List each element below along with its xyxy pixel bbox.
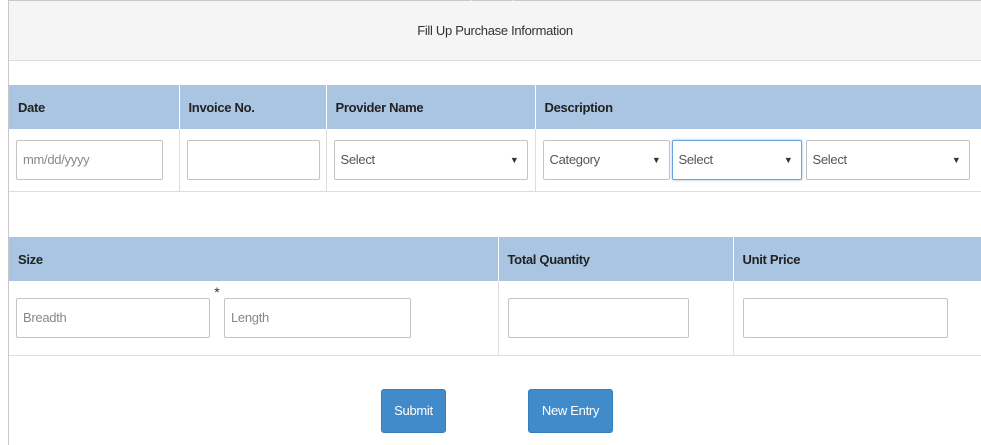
category-selected-value: Category <box>549 151 601 167</box>
date-cell: mm/dd/yyyy <box>9 129 179 192</box>
purchase-info-table: Date Invoice No. Provider Name Descripti… <box>9 85 981 192</box>
unit-price-cell <box>732 281 981 356</box>
category-select[interactable]: Category ▼ <box>542 139 670 180</box>
new-entry-button[interactable]: New Entry <box>528 389 613 433</box>
length-placeholder: Length <box>231 309 269 325</box>
table-header-row: Size Total Quantity Unit Price <box>9 237 981 281</box>
form-title: Fill Up Purchase Information <box>9 1 981 61</box>
times-symbol: * <box>214 283 220 300</box>
header-size: Size <box>9 237 498 281</box>
invoice-cell <box>178 129 326 192</box>
header-provider-name: Provider Name <box>325 85 535 129</box>
size-quantity-table: Size Total Quantity Unit Price Breadth *… <box>9 237 981 356</box>
chevron-down-icon: ▼ <box>951 154 961 165</box>
table-row: mm/dd/yyyy Select ▼ Category ▼ Select ▼ … <box>9 129 981 192</box>
size-cell: Breadth * Length <box>9 281 498 356</box>
unit-price-input[interactable] <box>742 297 948 338</box>
breadth-input[interactable]: Breadth <box>16 297 210 338</box>
description-select-3[interactable]: Select ▼ <box>805 139 970 180</box>
chevron-down-icon: ▼ <box>651 154 661 165</box>
provider-cell: Select ▼ <box>325 129 535 192</box>
description-select-2[interactable]: Select ▼ <box>671 139 802 180</box>
date-input[interactable]: mm/dd/yyyy <box>16 139 163 180</box>
breadth-placeholder: Breadth <box>23 309 67 325</box>
chevron-down-icon: ▼ <box>509 154 519 165</box>
provider-name-select[interactable]: Select ▼ <box>333 139 528 180</box>
table-row: Breadth * Length <box>9 281 981 356</box>
purchase-form-panel: Fill Up Purchase Information Date Invoic… <box>8 0 981 445</box>
total-quantity-cell <box>497 281 733 356</box>
header-invoice-no: Invoice No. <box>178 85 326 129</box>
header-total-quantity: Total Quantity <box>497 237 733 281</box>
total-quantity-input[interactable] <box>507 297 689 338</box>
table-header-row: Date Invoice No. Provider Name Descripti… <box>9 85 981 129</box>
description-select-3-value: Select <box>812 151 848 167</box>
description-cell: Category ▼ Select ▼ Select ▼ <box>534 129 981 192</box>
header-unit-price: Unit Price <box>732 237 981 281</box>
description-select-2-value: Select <box>678 151 714 167</box>
header-date: Date <box>9 85 179 129</box>
header-description: Description <box>534 85 981 129</box>
submit-button[interactable]: Submit <box>381 389 446 433</box>
date-placeholder: mm/dd/yyyy <box>23 151 90 167</box>
invoice-no-input[interactable] <box>186 139 320 180</box>
provider-selected-value: Select <box>340 151 376 167</box>
length-input[interactable]: Length <box>224 297 411 338</box>
chevron-down-icon: ▼ <box>783 154 793 165</box>
